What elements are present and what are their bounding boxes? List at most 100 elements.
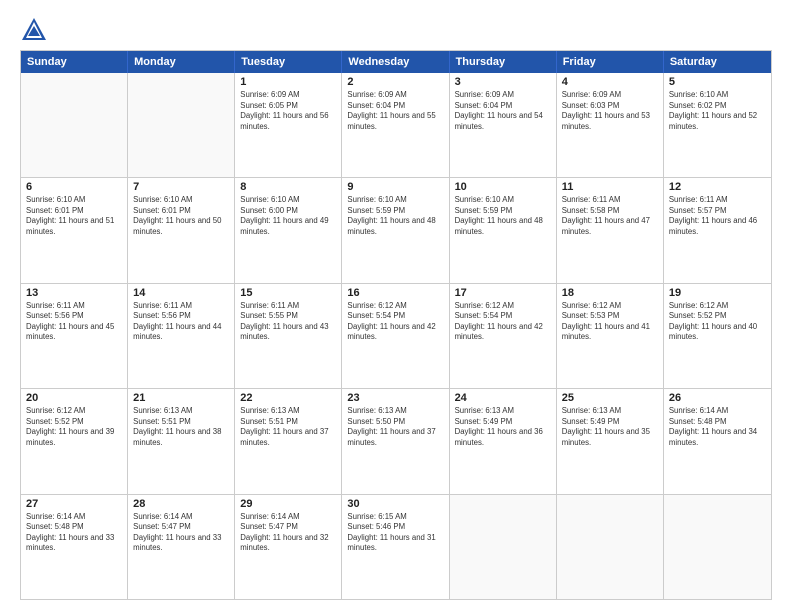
calendar-cell: 18Sunrise: 6:12 AM Sunset: 5:53 PM Dayli… <box>557 284 664 388</box>
day-number: 20 <box>26 392 122 404</box>
calendar-cell: 21 Sunrise: 6:13 AM Sunset: 5:51 PM Dayli… <box>128 389 235 493</box>
header-day-wednesday: Wednesday <box>342 51 449 73</box>
calendar-cell: 2 Sunrise: 6:09 AM Sunset: 6:04 PM Daylig… <box>342 73 449 177</box>
day-number: 29 <box>240 498 336 510</box>
day-number: 19 <box>669 287 766 299</box>
cell-info: Sunrise: 6:09 AM Sunset: 6:05 PM Dayligh… <box>240 90 336 132</box>
calendar-cell <box>450 495 557 599</box>
cell-info: Sunrise: 6:11 AM Sunset: 5:57 PM Dayligh… <box>669 195 766 237</box>
day-number: 17 <box>455 287 551 299</box>
calendar-week-2: 6 Sunrise: 6:10 AM Sunset: 6:01 PM Daylig… <box>21 177 771 282</box>
calendar-week-3: 13 Sunrise: 6:11 AM Sunset: 5:56 PM Dayli… <box>21 283 771 388</box>
cell-info: Sunrise: 6:13 AM Sunset: 5:51 PM Dayligh… <box>240 406 336 448</box>
header-day-thursday: Thursday <box>450 51 557 73</box>
calendar-cell: 27Sunrise: 6:14 AM Sunset: 5:48 PM Dayli… <box>21 495 128 599</box>
day-number: 1 <box>240 76 336 88</box>
calendar-cell: 16 Sunrise: 6:12 AM Sunset: 5:54 PM Dayli… <box>342 284 449 388</box>
calendar-cell: 13 Sunrise: 6:11 AM Sunset: 5:56 PM Dayli… <box>21 284 128 388</box>
calendar-cell: 5Sunrise: 6:10 AM Sunset: 6:02 PM Daylig… <box>664 73 771 177</box>
calendar-cell: 28 Sunrise: 6:14 AM Sunset: 5:47 PM Dayli… <box>128 495 235 599</box>
calendar-cell: 8 Sunrise: 6:10 AM Sunset: 6:00 PM Daylig… <box>235 178 342 282</box>
calendar-cell: 19 Sunrise: 6:12 AM Sunset: 5:52 PM Dayli… <box>664 284 771 388</box>
calendar-cell <box>557 495 664 599</box>
calendar-cell: 7Sunrise: 6:10 AM Sunset: 6:01 PM Daylig… <box>128 178 235 282</box>
calendar-cell: 17 Sunrise: 6:12 AM Sunset: 5:54 PM Dayli… <box>450 284 557 388</box>
day-number: 28 <box>133 498 229 510</box>
cell-info: Sunrise: 6:13 AM Sunset: 5:50 PM Dayligh… <box>347 406 443 448</box>
day-number: 13 <box>26 287 122 299</box>
cell-info: Sunrise: 6:10 AM Sunset: 6:00 PM Dayligh… <box>240 195 336 237</box>
day-number: 24 <box>455 392 551 404</box>
header-day-friday: Friday <box>557 51 664 73</box>
cell-info: Sunrise: 6:10 AM Sunset: 6:01 PM Dayligh… <box>26 195 122 237</box>
day-number: 12 <box>669 181 766 193</box>
calendar-week-5: 27Sunrise: 6:14 AM Sunset: 5:48 PM Dayli… <box>21 494 771 599</box>
day-number: 11 <box>562 181 658 193</box>
day-number: 22 <box>240 392 336 404</box>
logo-icon <box>20 16 48 44</box>
calendar-cell: 23 Sunrise: 6:13 AM Sunset: 5:50 PM Dayli… <box>342 389 449 493</box>
cell-info: Sunrise: 6:09 AM Sunset: 6:04 PM Dayligh… <box>347 90 443 132</box>
logo <box>20 16 52 44</box>
day-number: 5 <box>669 76 766 88</box>
calendar-cell: 22 Sunrise: 6:13 AM Sunset: 5:51 PM Dayli… <box>235 389 342 493</box>
day-number: 10 <box>455 181 551 193</box>
calendar-cell: 3 Sunrise: 6:09 AM Sunset: 6:04 PM Daylig… <box>450 73 557 177</box>
calendar-cell: 20 Sunrise: 6:12 AM Sunset: 5:52 PM Dayli… <box>21 389 128 493</box>
calendar-cell: 15 Sunrise: 6:11 AM Sunset: 5:55 PM Dayli… <box>235 284 342 388</box>
cell-info: Sunrise: 6:15 AM Sunset: 5:46 PM Dayligh… <box>347 512 443 554</box>
cell-info: Sunrise: 6:09 AM Sunset: 6:04 PM Dayligh… <box>455 90 551 132</box>
cell-info: Sunrise: 6:12 AM Sunset: 5:54 PM Dayligh… <box>455 301 551 343</box>
calendar-cell: 12 Sunrise: 6:11 AM Sunset: 5:57 PM Dayli… <box>664 178 771 282</box>
calendar-cell: 29 Sunrise: 6:14 AM Sunset: 5:47 PM Dayli… <box>235 495 342 599</box>
calendar-cell <box>664 495 771 599</box>
day-number: 2 <box>347 76 443 88</box>
cell-info: Sunrise: 6:12 AM Sunset: 5:54 PM Dayligh… <box>347 301 443 343</box>
day-number: 23 <box>347 392 443 404</box>
calendar-cell: 14Sunrise: 6:11 AM Sunset: 5:56 PM Dayli… <box>128 284 235 388</box>
day-number: 8 <box>240 181 336 193</box>
header-day-monday: Monday <box>128 51 235 73</box>
cell-info: Sunrise: 6:10 AM Sunset: 6:01 PM Dayligh… <box>133 195 229 237</box>
day-number: 26 <box>669 392 766 404</box>
calendar-cell: 24 Sunrise: 6:13 AM Sunset: 5:49 PM Dayli… <box>450 389 557 493</box>
cell-info: Sunrise: 6:14 AM Sunset: 5:48 PM Dayligh… <box>26 512 122 554</box>
day-number: 15 <box>240 287 336 299</box>
calendar-cell: 26 Sunrise: 6:14 AM Sunset: 5:48 PM Dayli… <box>664 389 771 493</box>
calendar-cell: 1 Sunrise: 6:09 AM Sunset: 6:05 PM Daylig… <box>235 73 342 177</box>
cell-info: Sunrise: 6:10 AM Sunset: 5:59 PM Dayligh… <box>455 195 551 237</box>
cell-info: Sunrise: 6:14 AM Sunset: 5:48 PM Dayligh… <box>669 406 766 448</box>
page: SundayMondayTuesdayWednesdayThursdayFrid… <box>0 0 792 612</box>
header-day-tuesday: Tuesday <box>235 51 342 73</box>
cell-info: Sunrise: 6:14 AM Sunset: 5:47 PM Dayligh… <box>133 512 229 554</box>
header-day-saturday: Saturday <box>664 51 771 73</box>
day-number: 4 <box>562 76 658 88</box>
day-number: 3 <box>455 76 551 88</box>
day-number: 25 <box>562 392 658 404</box>
cell-info: Sunrise: 6:14 AM Sunset: 5:47 PM Dayligh… <box>240 512 336 554</box>
cell-info: Sunrise: 6:12 AM Sunset: 5:52 PM Dayligh… <box>26 406 122 448</box>
calendar-cell: 11Sunrise: 6:11 AM Sunset: 5:58 PM Dayli… <box>557 178 664 282</box>
cell-info: Sunrise: 6:11 AM Sunset: 5:55 PM Dayligh… <box>240 301 336 343</box>
cell-info: Sunrise: 6:11 AM Sunset: 5:56 PM Dayligh… <box>133 301 229 343</box>
calendar-week-1: 1 Sunrise: 6:09 AM Sunset: 6:05 PM Daylig… <box>21 73 771 177</box>
day-number: 9 <box>347 181 443 193</box>
day-number: 21 <box>133 392 229 404</box>
header <box>20 16 772 44</box>
cell-info: Sunrise: 6:13 AM Sunset: 5:49 PM Dayligh… <box>455 406 551 448</box>
header-day-sunday: Sunday <box>21 51 128 73</box>
cell-info: Sunrise: 6:13 AM Sunset: 5:49 PM Dayligh… <box>562 406 658 448</box>
cell-info: Sunrise: 6:13 AM Sunset: 5:51 PM Dayligh… <box>133 406 229 448</box>
day-number: 6 <box>26 181 122 193</box>
calendar-cell <box>21 73 128 177</box>
calendar-week-4: 20 Sunrise: 6:12 AM Sunset: 5:52 PM Dayli… <box>21 388 771 493</box>
cell-info: Sunrise: 6:11 AM Sunset: 5:56 PM Dayligh… <box>26 301 122 343</box>
calendar: SundayMondayTuesdayWednesdayThursdayFrid… <box>20 50 772 600</box>
day-number: 16 <box>347 287 443 299</box>
cell-info: Sunrise: 6:09 AM Sunset: 6:03 PM Dayligh… <box>562 90 658 132</box>
calendar-cell: 6 Sunrise: 6:10 AM Sunset: 6:01 PM Daylig… <box>21 178 128 282</box>
calendar-cell: 25 Sunrise: 6:13 AM Sunset: 5:49 PM Dayli… <box>557 389 664 493</box>
cell-info: Sunrise: 6:12 AM Sunset: 5:52 PM Dayligh… <box>669 301 766 343</box>
calendar-body: 1 Sunrise: 6:09 AM Sunset: 6:05 PM Daylig… <box>21 73 771 599</box>
day-number: 18 <box>562 287 658 299</box>
